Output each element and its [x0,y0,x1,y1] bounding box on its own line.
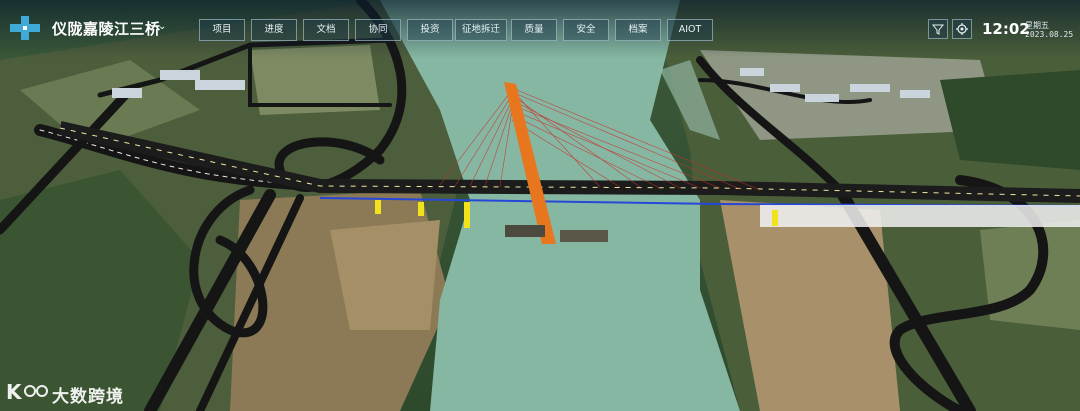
tab-project[interactable]: 项目 [199,19,245,41]
tab-safety[interactable]: 安全 [563,19,609,41]
tab-investment[interactable]: 投资 [407,19,453,41]
filter-button[interactable] [928,19,948,39]
funnel-icon [931,24,945,35]
chevron-down-icon[interactable]: ⌄ [158,21,166,32]
tab-land-acquisition[interactable]: 征地拆迁 [455,19,507,41]
bridge-3d-scene[interactable] [0,0,1080,411]
watermark-text: 大数跨境 [52,387,124,407]
gear-icon [956,23,968,35]
tab-documents[interactable]: 文档 [303,19,349,41]
settings-button[interactable] [952,19,972,39]
project-title[interactable]: 仪陇嘉陵江三桥 [52,18,161,39]
svg-text:K: K [6,380,23,404]
tab-aiot[interactable]: AIOT [667,19,713,41]
tab-quality[interactable]: 质量 [511,19,557,41]
cross-logo-icon [10,16,40,40]
tab-collaboration[interactable]: 协同 [355,19,401,41]
tab-archive[interactable]: 档案 [615,19,661,41]
tab-progress[interactable]: 进度 [251,19,297,41]
current-date: 2023.08.25 [1025,30,1074,39]
current-time: 12:02 [982,20,1030,38]
